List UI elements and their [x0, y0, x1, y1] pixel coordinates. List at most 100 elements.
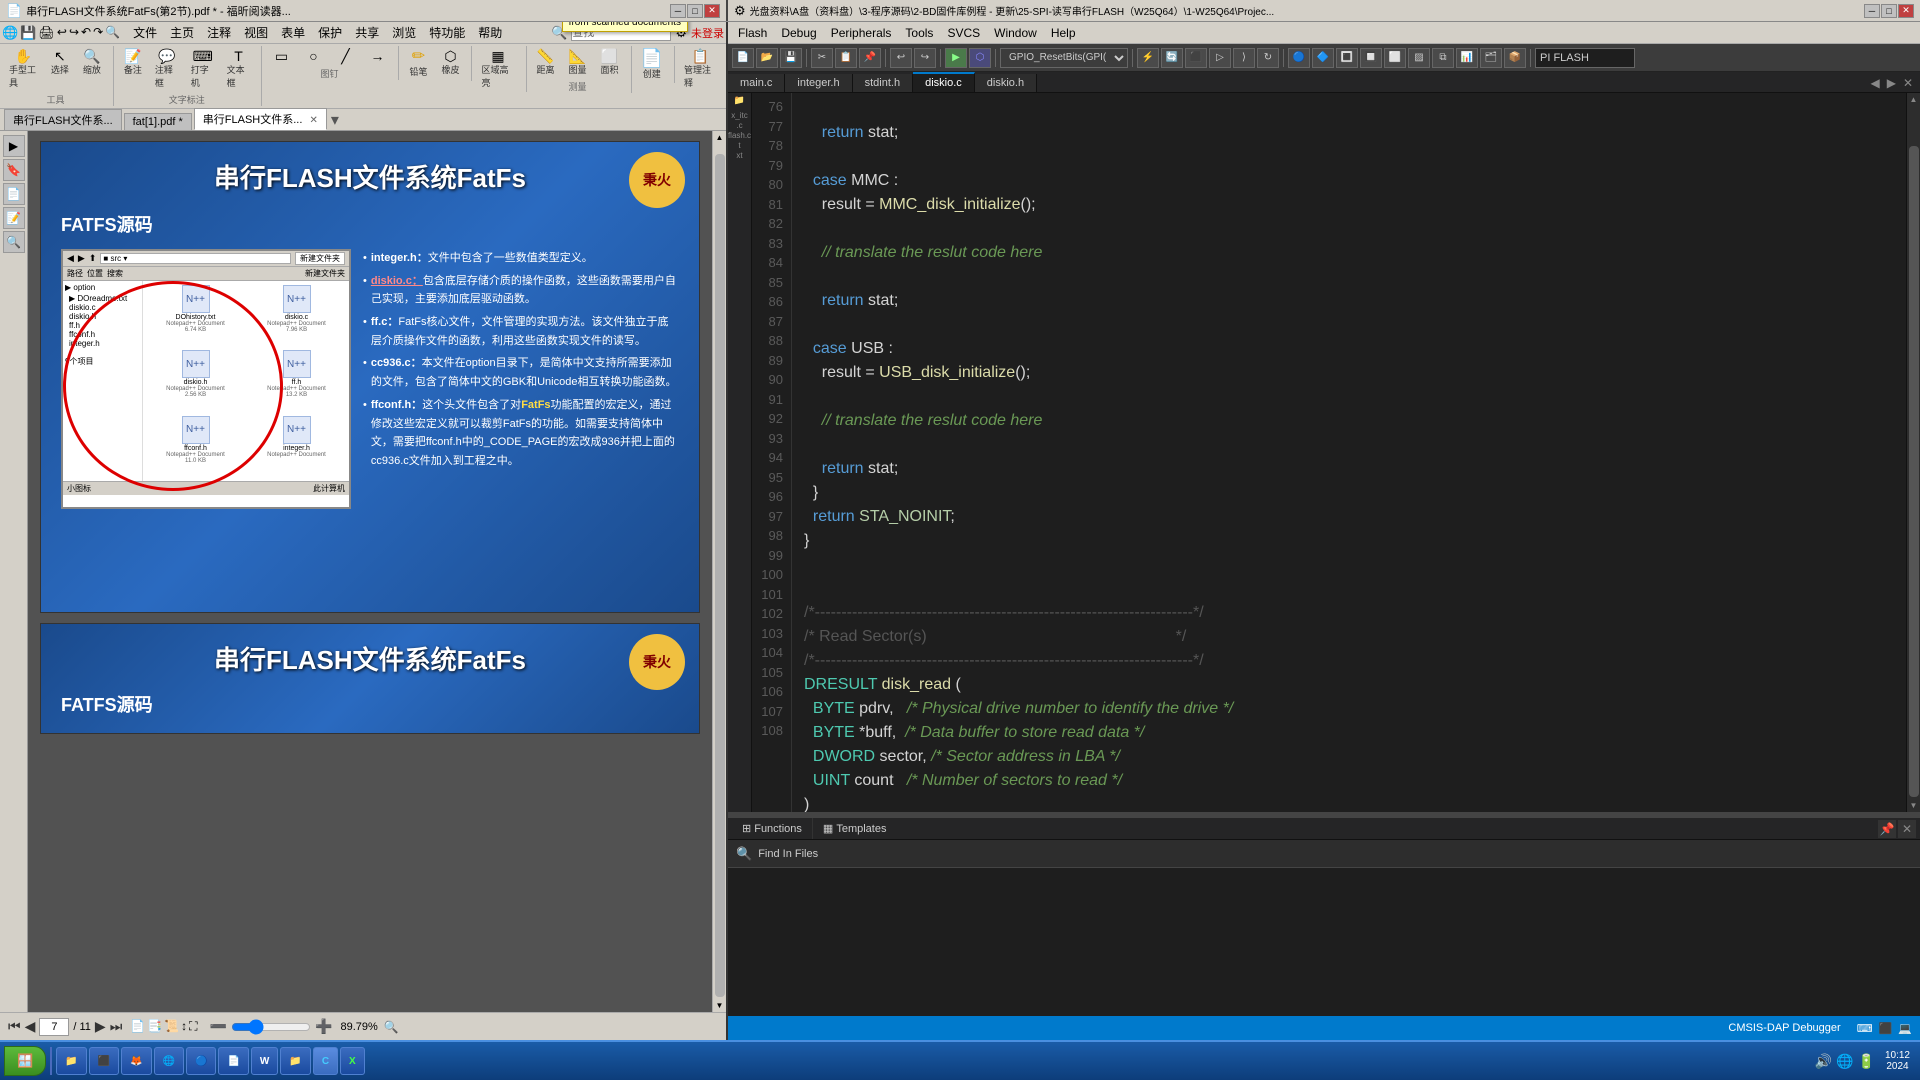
ribbon-btn-eraser[interactable]: ⬡ 橡皮 [435, 46, 465, 81]
code-tool-redo[interactable]: ↪ [914, 48, 936, 68]
pdf-menu-item-browse[interactable]: 浏览 [386, 23, 422, 42]
pdf-menu-item-comment[interactable]: 注释 [201, 23, 237, 42]
sidebar-icon-0[interactable]: ▶ [3, 135, 25, 157]
pdf-zoom-out[interactable]: ➖ [210, 1018, 227, 1035]
code-nav-file-0[interactable]: x_itc [731, 111, 747, 120]
taskbar-btn-folder[interactable]: 📁 [56, 1047, 86, 1075]
pdf-menu-item-share[interactable]: 共享 [349, 23, 385, 42]
code-tab-scroll-left[interactable]: ◀ [1867, 76, 1882, 90]
sidebar-icon-1[interactable]: 🔖 [3, 159, 25, 181]
code-tool-20[interactable]: 📦 [1504, 48, 1526, 68]
code-tab-stdint[interactable]: stdint.h [853, 74, 913, 92]
pdf-tab-2[interactable]: 串行FLASH文件系... ✕ [194, 108, 327, 130]
code-menu-tools[interactable]: Tools [899, 25, 939, 41]
taskbar-btn-code[interactable]: C [313, 1047, 338, 1075]
ribbon-btn-distance[interactable]: 📏 距离 [531, 46, 561, 79]
code-menu-flash[interactable]: Flash [732, 25, 773, 41]
pdf-menu-item-view[interactable]: 视图 [238, 23, 274, 42]
pdf-scroll-content[interactable]: 秉火 串行FLASH文件系统FatFs FATFS源码 ◀▶⬆ [28, 131, 712, 1012]
bottom-tab-templates[interactable]: ▦ Templates [813, 818, 897, 839]
code-scroll-down[interactable]: ▼ [1908, 799, 1920, 812]
pdf-tab-0[interactable]: 串行FLASH文件系... [4, 109, 122, 130]
ribbon-btn-manage[interactable]: 📋 管理注释 [679, 46, 722, 92]
pdf-zoom-icon[interactable]: 🔍 [384, 1020, 399, 1034]
code-maximize-btn[interactable]: □ [1881, 4, 1897, 18]
code-nav-file-2[interactable]: flash.c [728, 131, 751, 140]
code-close-btn[interactable]: ✕ [1898, 4, 1914, 18]
code-tool-save[interactable]: 💾 [780, 48, 802, 68]
ribbon-btn-line[interactable]: ╱ [330, 46, 360, 66]
taskbar-btn-folder2[interactable]: 📁 [280, 1047, 310, 1075]
sidebar-icon-4[interactable]: 🔍 [3, 231, 25, 253]
code-menu-svcs[interactable]: SVCS [941, 25, 986, 41]
code-menu-window[interactable]: Window [988, 25, 1043, 41]
taskbar-btn-firefox[interactable]: 🦊 [121, 1047, 151, 1075]
code-tool-8[interactable]: ▷ [1209, 48, 1231, 68]
bottom-tab-functions[interactable]: ⊞ Functions [732, 818, 813, 839]
code-tab-close-all[interactable]: ✕ [1900, 76, 1916, 90]
code-tool-new[interactable]: 📄 [732, 48, 754, 68]
code-minimize-btn[interactable]: ─ [1864, 4, 1880, 18]
gpio-dropdown[interactable]: GPIO_ResetBits(GPI( [1000, 48, 1128, 68]
pdf-view-single[interactable]: 📄 [130, 1019, 145, 1034]
ribbon-btn-select[interactable]: ↖ 选择 [45, 46, 75, 92]
code-search-input[interactable] [1535, 48, 1635, 68]
pdf-menu-item-special[interactable]: 特功能 [423, 23, 471, 42]
pdf-tab-1[interactable]: fat[1].pdf * [124, 113, 192, 130]
code-nav-file-3[interactable]: t [738, 141, 740, 150]
pdf-maximize-btn[interactable]: □ [687, 4, 703, 18]
pdf-scroll-thumb[interactable] [715, 154, 725, 997]
taskbar-btn-pdf[interactable]: 📄 [218, 1047, 248, 1075]
code-menu-peripherals[interactable]: Peripherals [825, 25, 898, 41]
pdf-tab-dropdown[interactable]: ▾ [331, 110, 339, 130]
ribbon-btn-hand[interactable]: ✋ 手型工具 [4, 46, 43, 92]
code-tool-14[interactable]: 🔲 [1360, 48, 1382, 68]
pdf-minimize-btn[interactable]: ─ [670, 4, 686, 18]
code-tool-11[interactable]: 🔵 [1288, 48, 1310, 68]
code-tab-diskio-h[interactable]: diskio.h [975, 74, 1037, 92]
code-nav-icon-0[interactable]: 📁 [734, 95, 745, 106]
code-tool-10[interactable]: ↻ [1257, 48, 1279, 68]
ribbon-btn-pencil[interactable]: ✏ 铅笔 [403, 46, 433, 81]
code-tool-19[interactable]: 🗂 [1480, 48, 1502, 68]
ribbon-btn-comment-box[interactable]: 💬 注释框 [150, 46, 184, 92]
ribbon-btn-textbox[interactable]: T 文本框 [222, 46, 256, 92]
code-tool-copy[interactable]: 📋 [835, 48, 857, 68]
code-tool-paste[interactable]: 📌 [859, 48, 881, 68]
ribbon-btn-area-measure[interactable]: ⬜ 面积 [595, 46, 625, 79]
pdf-view-two[interactable]: 📑 [147, 1019, 162, 1034]
ribbon-btn-perimeter[interactable]: 📐 图量 [563, 46, 593, 79]
code-scroll-area[interactable]: 7677787980 8182838485 8687888990 9192939… [752, 93, 1906, 812]
code-tool-17[interactable]: ⧉ [1432, 48, 1454, 68]
code-tool-cut[interactable]: ✂ [811, 48, 833, 68]
code-tool-15[interactable]: ⬜ [1384, 48, 1406, 68]
code-tool-13[interactable]: 🔳 [1336, 48, 1358, 68]
code-scrollbar[interactable]: ▲ ▼ [1906, 93, 1920, 812]
code-tool-16[interactable]: ▨ [1408, 48, 1430, 68]
pdf-nav-last[interactable]: ⏭ [110, 1018, 123, 1035]
code-tool-build[interactable]: ▶ [945, 48, 967, 68]
ribbon-btn-create[interactable]: 📄 创建 [636, 46, 668, 83]
code-menu-debug[interactable]: Debug [775, 25, 822, 41]
pdf-close-btn[interactable]: ✕ [704, 4, 720, 18]
code-tab-diskio-c[interactable]: diskio.c [913, 72, 975, 92]
code-tab-scroll-right[interactable]: ▶ [1884, 76, 1899, 90]
taskbar-btn-word[interactable]: W [251, 1047, 278, 1075]
bottom-panel-content[interactable] [728, 868, 1920, 1016]
pdf-menu-item-file[interactable]: 文件 [127, 23, 163, 42]
pdf-view-full[interactable]: ⛶ [189, 1019, 197, 1034]
code-scroll-thumb[interactable] [1909, 146, 1919, 797]
pdf-tab-close-icon[interactable]: ✕ [309, 115, 317, 126]
bottom-panel-pin[interactable]: 📌 [1878, 820, 1896, 838]
code-tool-12[interactable]: 🔷 [1312, 48, 1334, 68]
bottom-panel-close[interactable]: ✕ [1898, 820, 1916, 838]
code-tool-5[interactable]: ⚡ [1137, 48, 1159, 68]
code-nav-file-1[interactable]: .c [736, 121, 742, 130]
code-tool-debug[interactable]: ⬡ [969, 48, 991, 68]
code-tool-6[interactable]: 🔄 [1161, 48, 1183, 68]
code-tool-7[interactable]: ⬛ [1185, 48, 1207, 68]
pdf-view-scroll[interactable]: 📜 [164, 1019, 179, 1034]
ribbon-btn-area-highlight[interactable]: ▦ 区域高亮 [476, 46, 519, 92]
code-tab-integer[interactable]: integer.h [785, 74, 852, 92]
pdf-menu-item-protect[interactable]: 保护 [312, 23, 348, 42]
